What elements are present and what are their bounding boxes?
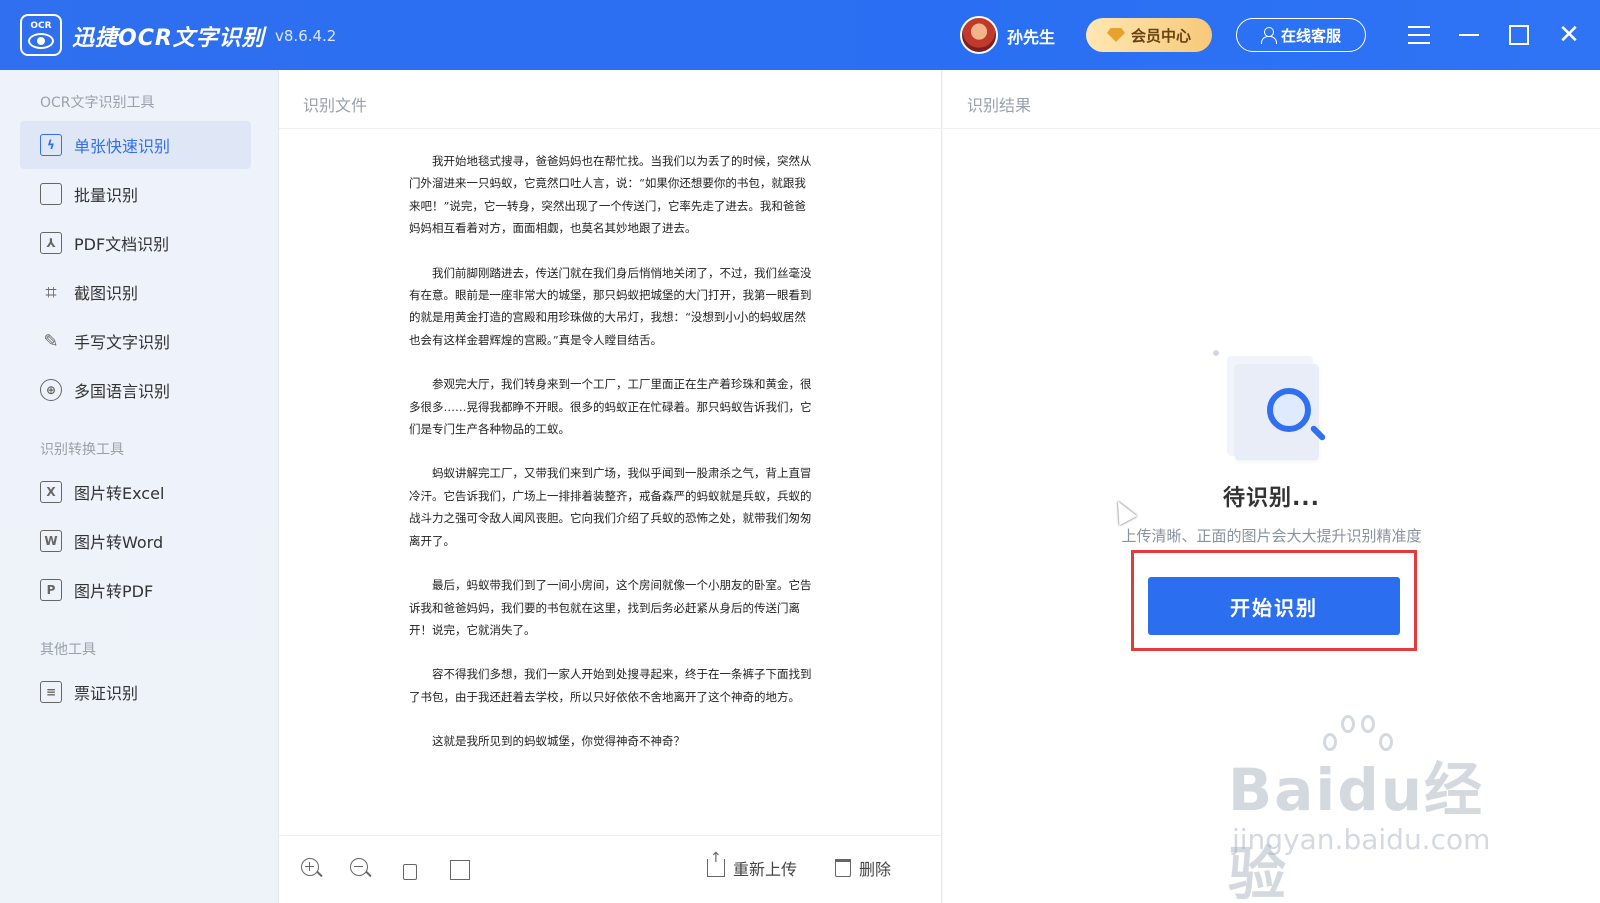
divider	[279, 128, 941, 129]
sidebar: OCR文字识别工具 ϟ 单张快速识别 批量识别 ⅄ PDF文档识别 ⌗ 截图识别…	[0, 70, 278, 903]
title-bar: OCR 迅捷OCR文字识别 v8.6.4.2 孙先生 会员中心 在线客服 ✕	[0, 0, 1600, 70]
sidebar-item-pdf[interactable]: ⅄ PDF文档识别	[20, 219, 251, 267]
maximize-icon[interactable]	[1504, 20, 1534, 50]
zoom-out-button[interactable]	[350, 858, 374, 882]
crop-icon: ⌗	[45, 280, 57, 304]
excel-icon: X	[40, 481, 62, 503]
globe-icon: ⊕	[40, 379, 62, 401]
trash-icon	[835, 859, 851, 877]
fit-screen-icon	[450, 860, 470, 880]
sidebar-item-to-word[interactable]: W 图片转Word	[20, 517, 251, 565]
word-icon: W	[40, 530, 62, 552]
start-recognition-button[interactable]: 开始识别	[1148, 577, 1400, 635]
zoom-out-icon	[350, 858, 368, 876]
doc-paragraph: 容不得我们多想，我们一家人开始到处搜寻起来，终于在一条裤子下面找到了书包，由于我…	[409, 667, 812, 704]
upload-tip: 上传清晰、正面的图片会大大提升识别精准度	[1121, 527, 1422, 545]
stack-icon	[40, 183, 62, 205]
person-icon	[1260, 27, 1277, 44]
rotate-icon	[403, 864, 417, 880]
sidebar-item-screenshot[interactable]: ⌗ 截图识别	[20, 268, 251, 316]
document-preview[interactable]: 我开始地毯式搜寻，爸爸妈妈也在帮忙找。当我们以为丢了的时候，突然从门外溜进来一只…	[409, 150, 813, 753]
pdf-icon: ⅄	[40, 232, 62, 254]
source-file-panel: 识别文件 我开始地毯式搜寻，爸爸妈妈也在帮忙找。当我们以为丢了的时候，突然从门外…	[278, 70, 942, 903]
vip-center-button[interactable]: 会员中心	[1086, 18, 1212, 52]
pen-icon: ✎	[43, 330, 59, 352]
fit-screen-button[interactable]	[448, 858, 472, 882]
sidebar-item-label: 图片转Word	[74, 533, 164, 552]
reupload-label: 重新上传	[733, 860, 798, 879]
section-ocr-tools: OCR文字识别工具	[40, 95, 155, 111]
user-avatar[interactable]	[960, 16, 998, 54]
username[interactable]: 孙先生	[1007, 24, 1055, 48]
waiting-status: 待识别...	[1222, 486, 1321, 511]
search-document-illustration	[1213, 350, 1327, 460]
section-other-tools: 其他工具	[40, 642, 96, 658]
delete-button[interactable]: 删除	[835, 856, 891, 880]
zoom-in-icon	[301, 858, 319, 876]
minimize-icon[interactable]	[1454, 20, 1484, 50]
sidebar-item-label: 批量识别	[74, 186, 139, 205]
sidebar-item-multilang[interactable]: ⊕ 多国语言识别	[20, 366, 251, 414]
sidebar-item-label: 单张快速识别	[74, 137, 171, 156]
doc-paragraph: 我开始地毯式搜寻，爸爸妈妈也在帮忙找。当我们以为丢了的时候，突然从门外溜进来一只…	[409, 154, 812, 236]
watermark-url: jingyan.baidu.com	[1232, 823, 1491, 856]
panel-title-result: 识别结果	[967, 96, 1032, 115]
sidebar-item-label: 图片转PDF	[74, 582, 154, 601]
sidebar-item-handwriting[interactable]: ✎ 手写文字识别	[20, 317, 251, 365]
sidebar-item-label: PDF文档识别	[74, 235, 170, 254]
app-logo: OCR	[20, 14, 62, 56]
ticket-icon: ≡	[40, 681, 62, 703]
sidebar-item-to-excel[interactable]: X 图片转Excel	[20, 468, 251, 516]
doc-paragraph: 参观完大厅，我们转身来到一个工厂，工厂里面正在生产着珍珠和黄金，很多很多……晃得…	[409, 377, 812, 437]
pdf-file-icon: P	[40, 579, 62, 601]
sidebar-item-to-pdf[interactable]: P 图片转PDF	[20, 566, 251, 614]
lightning-doc-icon: ϟ	[40, 134, 62, 156]
doc-paragraph: 最后，蚂蚁带我们到了一间小房间，这个房间就像一个小朋友的卧室。它告诉我和爸爸妈妈…	[409, 578, 812, 637]
reupload-button[interactable]: 重新上传	[707, 850, 798, 880]
app-version: v8.6.4.2	[275, 27, 337, 45]
zoom-in-button[interactable]	[301, 858, 325, 882]
sidebar-item-batch[interactable]: 批量识别	[20, 170, 251, 218]
preview-toolbar: 重新上传 删除	[279, 835, 941, 903]
panel-title-source: 识别文件	[303, 96, 368, 115]
online-service-button[interactable]: 在线客服	[1236, 18, 1366, 52]
logo-text: OCR	[30, 21, 52, 31]
delete-label: 删除	[859, 860, 892, 879]
divider	[943, 128, 1600, 129]
eye-icon	[28, 33, 54, 49]
vip-center-label: 会员中心	[1130, 26, 1191, 45]
online-service-label: 在线客服	[1280, 26, 1341, 45]
sidebar-item-label: 票证识别	[74, 684, 139, 703]
baidu-watermark: Baidu经验 jingyan.baidu.com	[1228, 715, 1528, 903]
magnifier-icon	[1267, 388, 1311, 432]
doc-paragraph: 我们前脚刚踏进去，传送门就在我们身后悄悄地关闭了，不过，我们丝毫没有在意。眼前是…	[409, 265, 812, 347]
sidebar-item-single-fast[interactable]: ϟ 单张快速识别	[20, 121, 251, 169]
sidebar-item-label: 多国语言识别	[74, 382, 171, 401]
doc-paragraph: 这就是我所见到的蚂蚁城堡，你觉得神奇不神奇？	[432, 734, 685, 749]
result-panel: 识别结果 待识别... 上传清晰、正面的图片会大大提升识别精准度 开始识别 Ba…	[943, 70, 1600, 903]
sidebar-item-label: 截图识别	[74, 284, 139, 303]
menu-icon[interactable]	[1404, 20, 1434, 50]
app-title: 迅捷OCR文字识别	[72, 26, 265, 51]
sidebar-item-label: 手写文字识别	[74, 333, 171, 352]
doc-paragraph: 蚂蚁讲解完工厂，又带我们来到广场，我似乎闻到一股肃杀之气，背上直冒冷汗。它告诉我…	[409, 466, 812, 548]
rotate-button[interactable]	[399, 858, 423, 882]
section-convert-tools: 识别转换工具	[40, 442, 124, 458]
sidebar-item-label: 图片转Excel	[74, 484, 165, 503]
upload-icon	[707, 850, 725, 877]
close-icon[interactable]: ✕	[1554, 20, 1584, 50]
diamond-icon	[1106, 28, 1125, 42]
sidebar-item-ticket[interactable]: ≡ 票证识别	[20, 668, 251, 716]
